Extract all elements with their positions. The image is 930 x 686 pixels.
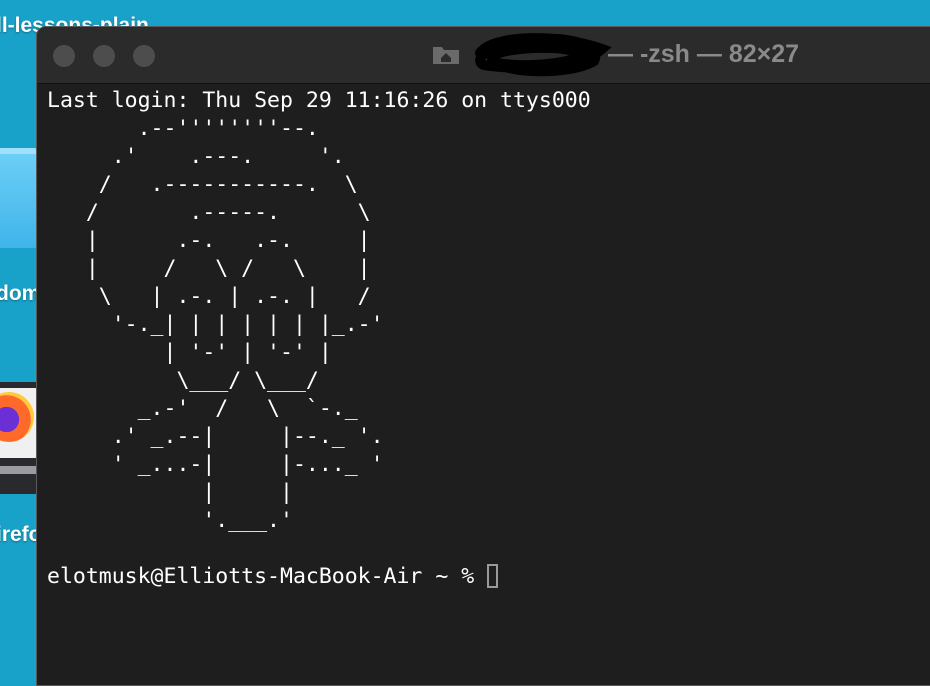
ascii-art-line: '-._| | | | | | |_.-' <box>47 312 384 337</box>
firefox-app-icon[interactable] <box>0 382 40 494</box>
title-bar[interactable]: — -zsh — 82×27 <box>37 27 930 84</box>
window-title: — -zsh — 82×27 <box>432 33 800 77</box>
prompt: elotmusk@Elliotts-MacBook-Air ~ % <box>47 564 488 589</box>
folder-icon[interactable] <box>0 148 40 248</box>
ascii-art-line: / .-----. \ <box>47 200 371 225</box>
home-folder-icon <box>432 43 460 65</box>
ascii-art-line: .--''''''''--. <box>47 116 319 141</box>
last-login-line: Last login: Thu Sep 29 11:16:26 on ttys0… <box>47 88 591 113</box>
close-button[interactable] <box>53 45 75 67</box>
ascii-art-line: \___/ \___/ <box>47 368 319 393</box>
text-cursor[interactable] <box>487 564 499 588</box>
ascii-art-line: '.___.' <box>47 508 293 533</box>
ascii-art-line: | | <box>47 480 293 505</box>
ascii-art-line: \ | .-. | .-. | / <box>47 284 371 309</box>
ascii-art-line: .' .---. '. <box>47 144 345 169</box>
minimize-button[interactable] <box>93 45 115 67</box>
ascii-art: .--''''''''--. .' .---. '. / .----------… <box>47 116 384 533</box>
ascii-art-line: | / \ / \ | <box>47 256 371 281</box>
ascii-art-line: ' _...-| |-..._ ' <box>47 452 384 477</box>
zoom-button[interactable] <box>133 45 155 67</box>
terminal-output[interactable]: Last login: Thu Sep 29 11:16:26 on ttys0… <box>47 87 930 685</box>
ascii-art-line: .' _.--| |--._ '. <box>47 424 384 449</box>
ascii-art-line: _.-' / \ `-._ <box>47 396 358 421</box>
redaction-scribble-icon <box>462 31 612 77</box>
ascii-art-line: | .-. .-. | <box>47 228 371 253</box>
ascii-art-line: / .-----------. \ <box>47 172 358 197</box>
window-title-text: — -zsh — 82×27 <box>608 39 800 68</box>
desktop-icon-label[interactable]: dom <box>0 282 40 306</box>
ascii-art-line: | '-' | '-' | <box>47 340 332 365</box>
terminal-window[interactable]: — -zsh — 82×27 Last login: Thu Sep 29 11… <box>36 26 930 686</box>
